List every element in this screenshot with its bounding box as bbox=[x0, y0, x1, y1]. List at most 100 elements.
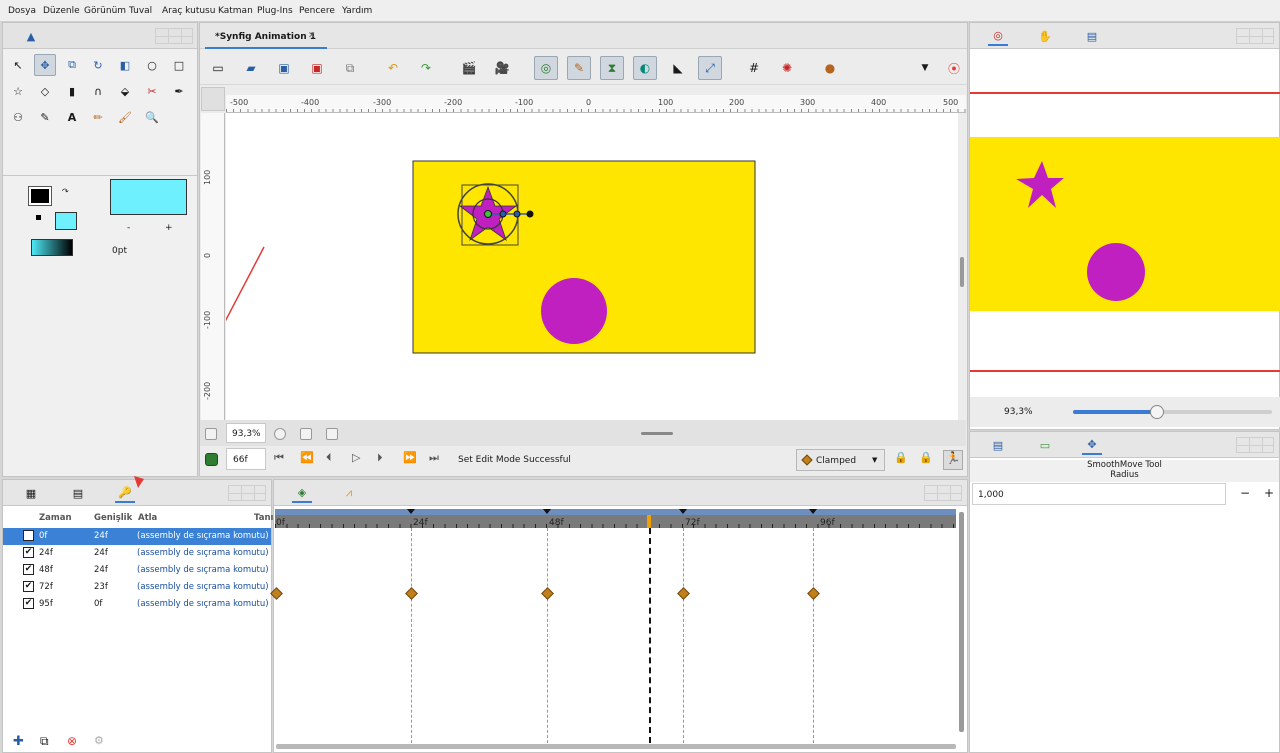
render-icon[interactable]: 🎬 bbox=[457, 56, 481, 80]
keyframe-properties-icon[interactable]: ⚙ bbox=[94, 734, 104, 747]
mirror-tool-icon[interactable]: ◧ bbox=[114, 54, 136, 76]
sets-tab-icon[interactable]: ▤ bbox=[68, 483, 88, 503]
reset-colors-icon[interactable] bbox=[36, 215, 41, 220]
keyframe-row[interactable]: ✔ 48f 24f (assembly de sıçrama komutu) bbox=[3, 562, 271, 579]
keyframe-jump[interactable]: (assembly de sıçrama komutu) bbox=[137, 531, 269, 541]
col-description[interactable]: Tanı bbox=[254, 513, 273, 523]
cutout-tool-icon[interactable]: ✂ bbox=[141, 80, 163, 102]
onion-skin-icon[interactable]: ✎ bbox=[567, 56, 591, 80]
params-tab-icon[interactable]: ▦ bbox=[21, 483, 41, 503]
grid-icon[interactable]: # bbox=[742, 56, 766, 80]
keyframe-active-checkbox[interactable]: ✔ bbox=[23, 564, 34, 575]
keyframe-row[interactable]: ✔ 0f 24f (assembly de sıçrama komutu) bbox=[3, 528, 271, 545]
close-tab-icon[interactable]: ✕ bbox=[308, 31, 316, 41]
curves-tab-icon[interactable]: ⩘ bbox=[339, 483, 359, 503]
timetrack-tab-icon[interactable]: ◈ bbox=[292, 483, 312, 503]
add-keyframe-icon[interactable]: ✚ bbox=[13, 734, 24, 749]
gradient-swatch[interactable] bbox=[31, 239, 73, 256]
outline-color-swatch[interactable] bbox=[28, 186, 52, 206]
navigator-preview[interactable] bbox=[970, 137, 1280, 311]
radius-field[interactable]: 1,000 bbox=[972, 483, 1226, 505]
layers-tab-icon[interactable]: ▤ bbox=[988, 435, 1008, 455]
canvas-artwork[interactable] bbox=[226, 113, 958, 420]
hscroll-grip[interactable] bbox=[641, 432, 673, 435]
save-as-icon[interactable]: ▣ bbox=[305, 56, 329, 80]
toggle-bline-icon[interactable]: ◐ bbox=[633, 56, 657, 80]
star-tool-icon[interactable]: ☆ bbox=[7, 80, 29, 102]
library-tab-icon[interactable]: ▭ bbox=[1035, 435, 1055, 455]
panel-grip[interactable] bbox=[228, 485, 266, 501]
keyframe-active-checkbox[interactable]: ✔ bbox=[23, 581, 34, 592]
scale-tool-icon[interactable]: ⧉ bbox=[61, 54, 83, 76]
fill-color-swatch[interactable] bbox=[55, 212, 77, 230]
smoothmove-indicator-icon[interactable]: ⤢ bbox=[698, 56, 722, 80]
radius-increase-button[interactable]: + bbox=[1264, 486, 1274, 500]
col-jump[interactable]: Atla bbox=[138, 513, 157, 523]
menu-tuval[interactable]: Tuval bbox=[129, 6, 152, 16]
save-all-icon[interactable]: ⧉ bbox=[338, 56, 362, 80]
prev-frame-icon[interactable]: ⏴ bbox=[326, 451, 332, 465]
open-file-icon[interactable]: ▰ bbox=[239, 56, 263, 80]
keyframe-active-checkbox[interactable]: ✔ bbox=[23, 530, 34, 541]
gradient-tool-icon[interactable]: ▮ bbox=[61, 80, 83, 102]
undo-icon[interactable]: ↶ bbox=[381, 56, 405, 80]
rectangle-tool-icon[interactable]: □ bbox=[168, 54, 190, 76]
onion-icon[interactable]: ● bbox=[818, 56, 842, 80]
zoom-in-icon[interactable] bbox=[274, 428, 286, 440]
navigator-zoom-slider[interactable] bbox=[1073, 405, 1272, 419]
panel-grip[interactable] bbox=[1236, 437, 1274, 453]
skeleton-tool-icon[interactable]: ⚇ bbox=[7, 106, 29, 128]
keyframe-active-checkbox[interactable]: ✔ bbox=[23, 547, 34, 558]
save-icon[interactable]: ▣ bbox=[272, 56, 296, 80]
menu-dosya[interactable]: Dosya bbox=[8, 6, 36, 16]
seek-begin-icon[interactable]: ⏮ bbox=[274, 451, 284, 465]
keyframe-active-checkbox[interactable]: ✔ bbox=[23, 598, 34, 609]
guides-icon[interactable]: ✺ bbox=[775, 56, 799, 80]
info-tab-icon[interactable]: ✋ bbox=[1035, 26, 1055, 46]
menu-plugins[interactable]: Plug-Ins bbox=[257, 6, 293, 16]
swap-colors-icon[interactable]: ↷ bbox=[62, 187, 69, 196]
animation-mode-toggle-icon[interactable]: 🏃 bbox=[943, 450, 963, 470]
keyframe-row[interactable]: ✔ 24f 24f (assembly de sıçrama komutu) bbox=[3, 545, 271, 562]
col-length[interactable]: Genişlik bbox=[94, 513, 132, 523]
redo-icon[interactable]: ↷ bbox=[414, 56, 438, 80]
document-tab[interactable]: *Synfig Animation 1 ✕ bbox=[205, 26, 327, 49]
feather-tool-icon[interactable]: ✒ bbox=[168, 80, 190, 102]
panel-grip[interactable] bbox=[155, 28, 193, 44]
next-frame-icon[interactable]: ⏵ bbox=[377, 451, 383, 465]
keyframe-jump[interactable]: (assembly de sıçrama komutu) bbox=[137, 565, 269, 575]
past-keyframe-lock-icon[interactable]: 🔒 bbox=[892, 451, 910, 469]
zoom-tool-icon[interactable]: 🔍 bbox=[141, 106, 163, 128]
keyframe-marker-icon[interactable] bbox=[809, 509, 817, 514]
remove-keyframe-icon[interactable]: ⊗ bbox=[67, 734, 77, 748]
menu-duzenle[interactable]: Düzenle bbox=[43, 6, 80, 16]
keyframe-row[interactable]: ✔ 72f 23f (assembly de sıçrama komutu) bbox=[3, 579, 271, 596]
timetrack-vscroll[interactable] bbox=[959, 512, 964, 732]
renderer-tab-icon[interactable]: ▤ bbox=[1082, 26, 1102, 46]
brush-tool-icon[interactable]: 🖌 bbox=[114, 106, 136, 128]
circle-tool-icon[interactable]: ○ bbox=[141, 54, 163, 76]
canvas-vscroll[interactable] bbox=[960, 257, 964, 287]
record-icon[interactable]: ⦿ bbox=[942, 56, 966, 80]
keyframe-jump[interactable]: (assembly de sıçrama komutu) bbox=[137, 582, 269, 592]
fill-tool-icon[interactable]: ⬙ bbox=[114, 80, 136, 102]
timebar-ruler[interactable] bbox=[275, 515, 956, 528]
preview-icon[interactable]: 🎥 bbox=[490, 56, 514, 80]
polygon-tool-icon[interactable]: ◇ bbox=[34, 80, 56, 102]
draw-width-icon[interactable]: ◣ bbox=[666, 56, 690, 80]
time-cursor-handle[interactable] bbox=[647, 515, 651, 528]
keyframe-jump[interactable]: (assembly de sıçrama komutu) bbox=[137, 599, 269, 609]
keyframe-marker-icon[interactable] bbox=[407, 509, 415, 514]
zoom-field[interactable]: 93,3% bbox=[226, 423, 266, 443]
zoom-slider-knob[interactable] bbox=[1149, 405, 1164, 419]
interpolation-dropdown[interactable]: Clamped ▼ bbox=[796, 449, 885, 471]
zoom-fit-icon[interactable] bbox=[300, 428, 312, 440]
text-tool-icon[interactable]: A bbox=[61, 106, 83, 128]
prev-keyframe-icon[interactable]: ⏪ bbox=[300, 451, 314, 464]
col-time[interactable]: Zaman bbox=[39, 513, 72, 523]
brush-size-preview[interactable] bbox=[110, 179, 187, 215]
keyframe-row[interactable]: ✔ 95f 0f (assembly de sıçrama komutu) bbox=[3, 596, 271, 613]
next-keyframe-icon[interactable]: ⏩ bbox=[403, 451, 417, 464]
navigator-tab-icon[interactable]: ◎ bbox=[988, 26, 1008, 46]
menu-katman[interactable]: Katman bbox=[218, 6, 253, 16]
